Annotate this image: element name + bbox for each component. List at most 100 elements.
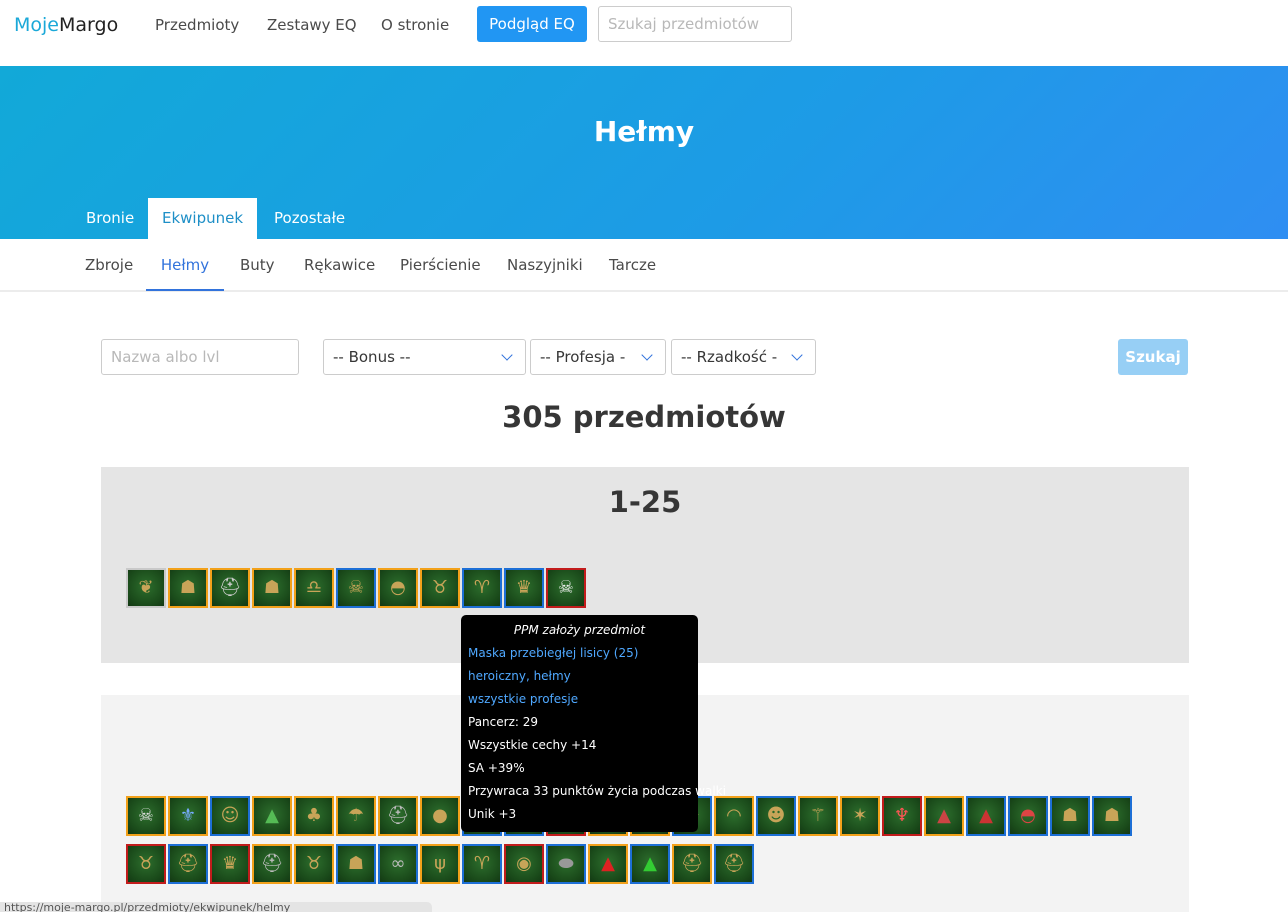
bonus-select[interactable]: -- Bonus -- bbox=[323, 339, 526, 375]
dark-hood-icon: ☗ bbox=[1061, 805, 1079, 826]
item-slot[interactable]: ☂ bbox=[336, 796, 376, 836]
item-slot[interactable]: ▲ bbox=[924, 796, 964, 836]
leather-cap-icon: ◓ bbox=[390, 577, 406, 598]
item-slot[interactable]: ♎ bbox=[294, 568, 334, 608]
status-bar-url: https://moje-margo.pl/przedmioty/ekwipun… bbox=[0, 902, 432, 912]
category-subnav: Zbroje Hełmy Buty Rękawice Pierścienie N… bbox=[0, 239, 1288, 292]
item-slot[interactable]: ♈ bbox=[462, 844, 502, 884]
item-slot[interactable]: ▲ bbox=[966, 796, 1006, 836]
item-slot[interactable]: ☻ bbox=[756, 796, 796, 836]
item-slot[interactable]: ♉ bbox=[420, 568, 460, 608]
tab-other[interactable]: Pozostałe bbox=[274, 198, 345, 239]
tooltip-header: PPM założy przedmiot bbox=[513, 623, 646, 637]
chevron-down-icon bbox=[641, 349, 653, 361]
tooltip-profession: wszystkie profesje bbox=[468, 692, 579, 706]
tooltip-stat: Pancerz: 29 bbox=[468, 715, 538, 729]
item-slot[interactable]: ◉ bbox=[504, 844, 544, 884]
hero-banner: Hełmy Bronie Ekwipunek Pozostałe bbox=[0, 66, 1288, 239]
item-slot[interactable]: ⛑ bbox=[210, 568, 250, 608]
page-title: Hełmy bbox=[593, 115, 695, 148]
item-slot[interactable]: ♛ bbox=[210, 844, 250, 884]
subnav-gloves[interactable]: Rękawice bbox=[304, 239, 375, 291]
beast-mask-icon: ☻ bbox=[766, 805, 786, 826]
item-slot[interactable]: ♣ bbox=[294, 796, 334, 836]
item-slot[interactable]: ☗ bbox=[168, 568, 208, 608]
nav-link-about[interactable]: O stronie bbox=[381, 16, 449, 34]
knight-helm-icon: ⛑ bbox=[386, 805, 410, 826]
item-slot[interactable]: ☺ bbox=[210, 796, 250, 836]
item-slot[interactable]: ✶ bbox=[840, 796, 880, 836]
tribal-mask-icon: ☺ bbox=[220, 805, 240, 826]
subnav-rings[interactable]: Pierścienie bbox=[400, 239, 481, 291]
item-slot[interactable]: ♛ bbox=[504, 568, 544, 608]
name-level-input[interactable] bbox=[101, 339, 299, 375]
bell-helm-icon: ♎ bbox=[305, 577, 323, 598]
item-slot[interactable]: ⚜ bbox=[168, 796, 208, 836]
item-slot[interactable]: ⛑ bbox=[672, 844, 712, 884]
item-slot[interactable]: ◓ bbox=[378, 568, 418, 608]
subnav-armors[interactable]: Zbroje bbox=[85, 239, 133, 291]
feathered-mask-icon: ♛ bbox=[515, 577, 533, 598]
item-slot[interactable]: ☗ bbox=[336, 844, 376, 884]
iron-mask-icon: ◉ bbox=[516, 853, 532, 874]
rarity-select-value: -- Rzadkość - bbox=[681, 348, 778, 366]
item-slot[interactable]: ▲ bbox=[588, 844, 628, 884]
blue-demon-icon: ♆ bbox=[893, 805, 911, 826]
brand-logo[interactable]: MojeMargo bbox=[14, 14, 118, 36]
item-slot[interactable]: ● bbox=[420, 796, 460, 836]
item-search-input[interactable] bbox=[598, 6, 792, 42]
feather-crest-icon: ⚚ bbox=[809, 805, 827, 826]
subnav-boots[interactable]: Buty bbox=[240, 239, 275, 291]
iron-helm-icon: ⛑ bbox=[218, 577, 242, 598]
item-slot[interactable]: ☗ bbox=[1092, 796, 1132, 836]
item-slot[interactable]: ◓ bbox=[1008, 796, 1048, 836]
item-slot[interactable]: ◠ bbox=[714, 796, 754, 836]
item-slot[interactable]: ♈ bbox=[462, 568, 502, 608]
fire-crown-icon: ♛ bbox=[221, 853, 239, 874]
tooltip-stat: Unik +3 bbox=[468, 807, 517, 821]
item-slot[interactable]: ⛑ bbox=[378, 796, 418, 836]
item-slot[interactable]: ☗ bbox=[1050, 796, 1090, 836]
tab-weapons[interactable]: Bronie bbox=[86, 198, 134, 239]
subnav-helmets[interactable]: Hełmy bbox=[146, 239, 224, 291]
profession-select[interactable]: -- Profesja - bbox=[530, 339, 666, 375]
item-slot[interactable]: ⚚ bbox=[798, 796, 838, 836]
item-slot[interactable]: ❦ bbox=[126, 568, 166, 608]
horn-cap-icon: ♉ bbox=[137, 853, 155, 874]
nav-link-eq-sets[interactable]: Zestawy EQ bbox=[267, 16, 357, 34]
stone-mask-icon: ⬬ bbox=[558, 853, 574, 874]
item-slot[interactable]: ▲ bbox=[252, 796, 292, 836]
item-slot[interactable]: ☠ bbox=[126, 796, 166, 836]
nav-link-items[interactable]: Przedmioty bbox=[155, 16, 239, 34]
tooltip-stat: Wszystkie cechy +14 bbox=[468, 738, 597, 752]
straw-hat-icon: ◠ bbox=[726, 805, 742, 826]
pine-hat-icon: ♣ bbox=[305, 805, 323, 826]
item-slot[interactable]: ▲ bbox=[630, 844, 670, 884]
item-slot[interactable]: ☠ bbox=[336, 568, 376, 608]
search-button[interactable]: Szukaj bbox=[1118, 339, 1188, 375]
witch-hat-icon: ▲ bbox=[937, 805, 951, 826]
horned-cap-icon: ♉ bbox=[431, 577, 449, 598]
goggles-icon: ∞ bbox=[390, 853, 406, 874]
item-slot[interactable]: ⛑ bbox=[252, 844, 292, 884]
item-slot[interactable]: ⛑ bbox=[714, 844, 754, 884]
item-slot[interactable]: ☗ bbox=[252, 568, 292, 608]
tab-equipment[interactable]: Ekwipunek bbox=[148, 198, 257, 239]
item-slot[interactable]: ♉ bbox=[126, 844, 166, 884]
item-slot[interactable]: ♉ bbox=[294, 844, 334, 884]
item-slot[interactable]: ♆ bbox=[882, 796, 922, 836]
item-slot[interactable]: ⬬ bbox=[546, 844, 586, 884]
subnav-shields[interactable]: Tarcze bbox=[609, 239, 656, 291]
item-slot[interactable]: ☠ bbox=[546, 568, 586, 608]
dark-hood-icon: ☗ bbox=[179, 577, 197, 598]
subnav-necklaces[interactable]: Naszyjniki bbox=[507, 239, 583, 291]
tooltip-item-name: Maska przebiegłej lisicy (25) bbox=[468, 646, 639, 660]
item-slot[interactable]: ∞ bbox=[378, 844, 418, 884]
eq-preview-button[interactable]: Podgląd EQ bbox=[477, 6, 587, 42]
demon-skull-icon: ☠ bbox=[137, 805, 155, 826]
brown-hood-icon: ☗ bbox=[1103, 805, 1121, 826]
item-slot[interactable]: ψ bbox=[420, 844, 460, 884]
item-slot[interactable]: ⛑ bbox=[168, 844, 208, 884]
fox-mask-icon: ♈ bbox=[473, 577, 491, 598]
rarity-select[interactable]: -- Rzadkość - bbox=[671, 339, 816, 375]
